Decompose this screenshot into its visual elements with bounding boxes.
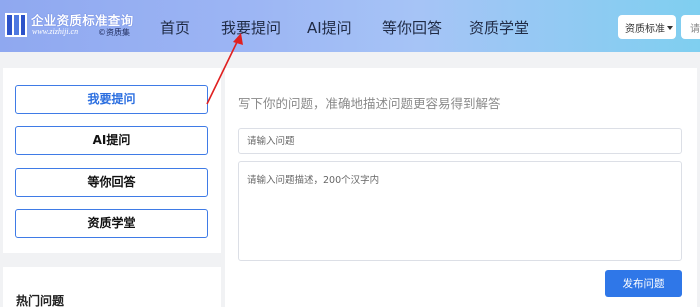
top-navigation-bar: 企业资质标准查询 www.zizhiji.cn ©资质集 首页 我要提问 AI提… xyxy=(0,0,700,52)
site-logo[interactable]: 企业资质标准查询 www.zizhiji.cn ©资质集 xyxy=(4,10,154,42)
logo-url: www.zizhiji.cn xyxy=(32,27,79,36)
caret-down-icon xyxy=(667,26,673,30)
sidebar-button-ask-question[interactable]: 我要提问 xyxy=(15,85,208,114)
header-search-input[interactable]: 请 xyxy=(681,15,700,39)
search-placeholder: 请 xyxy=(690,24,700,35)
nav-item-qualification-school[interactable]: 资质学堂 xyxy=(469,17,529,38)
hot-questions-title: 热门问题 xyxy=(16,294,65,307)
nav-item-home[interactable]: 首页 xyxy=(160,17,190,38)
sidebar-button-ai-ask[interactable]: AI提问 xyxy=(15,126,208,155)
publish-question-button[interactable]: 发布问题 xyxy=(605,270,682,297)
question-description-textarea[interactable] xyxy=(238,161,682,261)
logo-emblem-icon xyxy=(5,13,27,37)
search-category-dropdown[interactable]: 资质标准 xyxy=(618,15,676,39)
nav-item-ai-ask[interactable]: AI提问 xyxy=(307,17,352,38)
form-hint: 写下你的问题，准确地描述问题更容易得到解答 xyxy=(238,96,501,111)
hot-questions-panel: 热门问题 xyxy=(3,267,221,307)
question-title-input[interactable] xyxy=(238,128,682,154)
logo-brand: ©资质集 xyxy=(98,28,130,37)
sidebar-panel: 我要提问 AI提问 等你回答 资质学堂 xyxy=(3,68,221,253)
sidebar-button-waiting-answers[interactable]: 等你回答 xyxy=(15,168,208,197)
ask-question-form: 写下你的问题，准确地描述问题更容易得到解答 发布问题 xyxy=(225,68,697,307)
nav-item-waiting-answers[interactable]: 等你回答 xyxy=(382,17,442,38)
sidebar-button-qualification-school[interactable]: 资质学堂 xyxy=(15,209,208,238)
nav-item-ask-question[interactable]: 我要提问 xyxy=(221,17,281,38)
dropdown-label: 资质标准 xyxy=(625,24,665,35)
